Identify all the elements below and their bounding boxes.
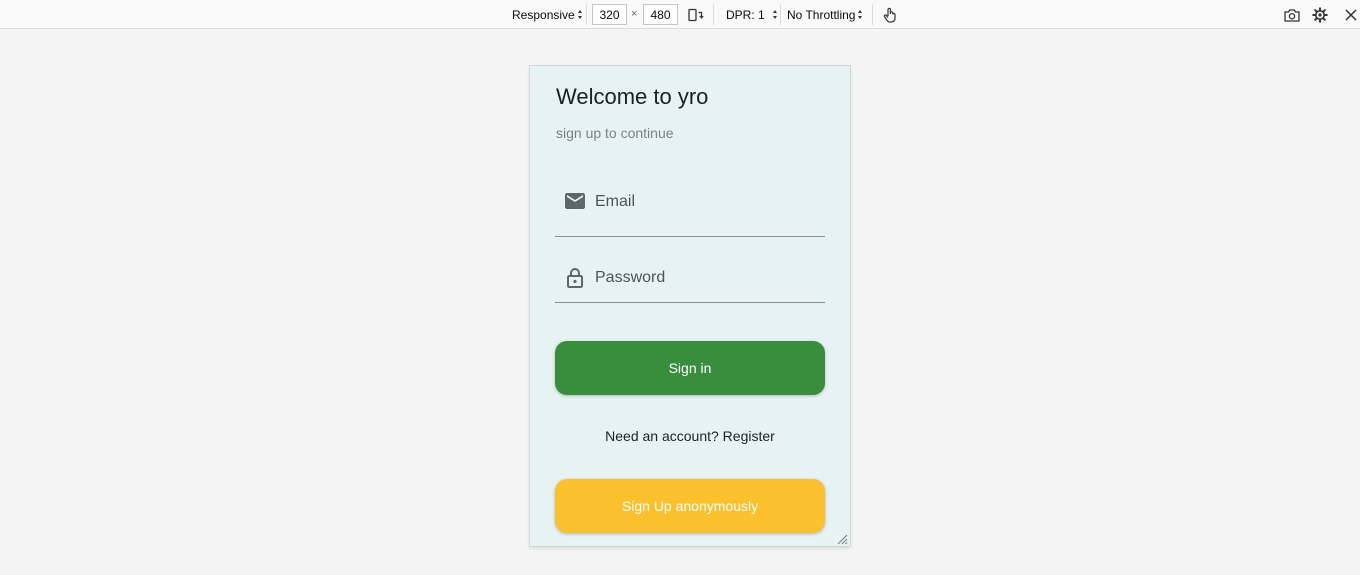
email-label: Email [595, 193, 636, 210]
dpr-label: DPR: 1 [726, 7, 765, 22]
device-viewport: Welcome to yro sign up to continue Email… [530, 66, 850, 546]
sign-in-button[interactable]: Sign in [555, 341, 825, 395]
toolbar-divider [872, 4, 873, 25]
email-field[interactable]: Email [555, 176, 825, 237]
lock-icon [563, 266, 587, 290]
page-title: Welcome to yro [556, 84, 709, 109]
device-selector-label: Responsive [512, 7, 575, 22]
sign-up-anonymously-button[interactable]: Sign Up anonymously [555, 479, 825, 533]
toolbar-divider [713, 4, 714, 25]
password-label: Password [595, 269, 666, 286]
device-selector[interactable]: Responsive [512, 0, 583, 29]
mail-icon [563, 189, 587, 213]
throttling-selector[interactable]: No Throttling [787, 0, 863, 29]
viewport-height-input[interactable]: 480 [643, 4, 678, 25]
dimension-separator: × [631, 8, 638, 20]
responsive-design-toolbar: Responsive 320 × 480 DPR: 1 No Throttlin… [0, 0, 1360, 29]
close-icon[interactable] [1342, 6, 1360, 24]
page-subtitle: sign up to continue [556, 125, 674, 141]
throttling-label: No Throttling [787, 7, 856, 22]
select-arrows-icon [858, 10, 863, 19]
toolbar-divider [586, 4, 587, 25]
register-link[interactable]: Need an account? Register [530, 428, 850, 444]
select-arrows-icon [772, 10, 778, 19]
settings-icon[interactable] [1311, 6, 1329, 24]
dpr-selector[interactable]: DPR: 1 [726, 0, 778, 29]
rotate-icon[interactable] [687, 6, 705, 24]
select-arrows-icon [577, 10, 583, 19]
toolbar-divider [780, 4, 781, 25]
resize-handle-icon[interactable] [836, 532, 848, 545]
viewport-width-input[interactable]: 320 [592, 4, 627, 25]
screenshot-icon[interactable] [1283, 6, 1301, 24]
touch-icon[interactable] [881, 6, 899, 24]
password-field[interactable]: Password [555, 253, 825, 303]
